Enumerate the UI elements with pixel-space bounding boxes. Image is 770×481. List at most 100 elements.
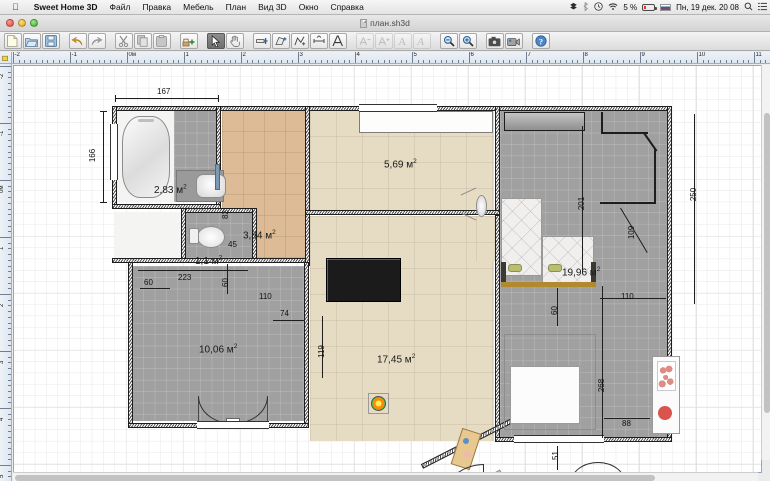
furniture-bedroom-right-door[interactable] xyxy=(554,106,559,111)
bluetooth-icon[interactable] xyxy=(583,2,589,13)
redo-button[interactable] xyxy=(88,33,106,49)
window-bedroom-left-bottom[interactable] xyxy=(197,421,269,429)
plan-view[interactable]: -2-10м1234567891011 -2-10м123456 xyxy=(0,52,770,481)
dim-250[interactable]: 250 xyxy=(689,188,698,201)
menu-item-plan[interactable]: План xyxy=(220,2,253,12)
save-plan-button[interactable] xyxy=(42,33,60,49)
furniture-sofa-grate[interactable] xyxy=(326,258,401,302)
pan-tool-button[interactable] xyxy=(226,33,244,49)
toolbar-group-furniture xyxy=(179,33,198,49)
dim-109[interactable]: 109 xyxy=(627,226,636,239)
clock-icon[interactable] xyxy=(594,2,603,13)
dim-74[interactable]: 74 xyxy=(280,309,289,318)
furniture-pillow-right[interactable] xyxy=(548,264,562,272)
create-photo-button[interactable] xyxy=(486,33,504,49)
cut-button[interactable] xyxy=(115,33,133,49)
window-bedroom-right-bottom[interactable] xyxy=(514,435,604,443)
furniture-ceiling-fan[interactable] xyxy=(476,195,487,217)
furniture-washbasin-bowl[interactable] xyxy=(196,174,226,198)
horizontal-scrollbar-thumb[interactable] xyxy=(15,475,655,481)
ruler-tick-major xyxy=(0,294,11,295)
help-button[interactable]: ? xyxy=(532,33,550,49)
zoom-out-button[interactable] xyxy=(440,33,458,49)
room-floor-living-room[interactable] xyxy=(310,216,494,441)
furniture-kitchen-counter[interactable] xyxy=(359,111,493,133)
wall-bedroom-left-right[interactable] xyxy=(304,262,309,427)
dim-201[interactable]: 201 xyxy=(577,197,586,210)
ruler-tick-minor xyxy=(8,271,11,272)
dim-51[interactable]: 51 xyxy=(551,451,560,460)
menu-item-window[interactable]: Окно xyxy=(293,2,325,12)
dim-60-top[interactable]: 60 xyxy=(221,278,230,287)
furniture-corridor-door[interactable] xyxy=(215,164,220,190)
wall-bedroom-right-left[interactable] xyxy=(495,106,500,211)
open-plan-button[interactable] xyxy=(23,33,41,49)
apple-menu-icon[interactable]:  xyxy=(12,2,19,12)
dim-119[interactable]: 119 xyxy=(317,345,326,358)
undo-button[interactable] xyxy=(69,33,87,49)
battery-icon[interactable] xyxy=(642,4,655,11)
create-walls-button[interactable] xyxy=(253,33,271,49)
wall-toilet-left[interactable] xyxy=(181,208,186,262)
dim-167[interactable]: 167 xyxy=(157,87,170,96)
add-furniture-button[interactable] xyxy=(180,33,198,49)
svg-text:A: A xyxy=(398,36,406,47)
dim-268[interactable]: 268 xyxy=(597,379,606,392)
ruler-tick-minor xyxy=(344,60,345,63)
create-video-button[interactable] xyxy=(505,33,523,49)
add-text-button[interactable] xyxy=(329,33,347,49)
russian-flag-icon[interactable] xyxy=(660,4,671,11)
ruler-tick-minor xyxy=(760,60,761,63)
plan-canvas[interactable]: 2,83 м2 3,84 м2 1,1 м2 5,69 м2 19,96 м2 … xyxy=(13,65,762,473)
ruler-tick-minor xyxy=(8,203,11,204)
horizontal-scrollbar[interactable] xyxy=(13,472,758,481)
toolbar-group-create xyxy=(252,33,347,49)
menu-item-file[interactable]: Файл xyxy=(104,2,137,12)
dropbox-icon[interactable] xyxy=(569,2,578,13)
wall-kitchen-bottom[interactable] xyxy=(305,210,500,215)
menu-item-edit[interactable]: Правка xyxy=(136,2,177,12)
wall-corridor-right[interactable] xyxy=(305,106,310,266)
vertical-scrollbar-thumb[interactable] xyxy=(764,113,770,413)
new-plan-button[interactable] xyxy=(4,33,22,49)
window-kitchen-top[interactable] xyxy=(359,104,437,112)
dim-82[interactable]: 82 xyxy=(221,210,230,219)
dim-60-bed[interactable]: 60 xyxy=(550,306,559,315)
vertical-scrollbar[interactable] xyxy=(761,65,770,460)
wall-left-lower[interactable] xyxy=(128,262,133,427)
window-bathroom-left[interactable] xyxy=(110,124,118,180)
paste-button[interactable] xyxy=(153,33,171,49)
dim-tick-167-b xyxy=(218,95,219,102)
menu-item-help[interactable]: Справка xyxy=(324,2,369,12)
furniture-pillow-left[interactable] xyxy=(508,264,522,272)
copy-button[interactable] xyxy=(134,33,152,49)
dim-166[interactable]: 166 xyxy=(88,149,97,162)
wall-toilet-top[interactable] xyxy=(181,208,257,213)
dim-110-corridor[interactable]: 110 xyxy=(259,292,272,301)
furniture-toilet[interactable] xyxy=(197,226,225,248)
furniture-sofa-backrest[interactable] xyxy=(501,198,542,276)
create-room-button[interactable] xyxy=(272,33,290,49)
list-icon[interactable] xyxy=(758,2,767,13)
menubar-clock[interactable]: Пн, 19 дек. 20 08 xyxy=(676,3,739,12)
create-polyline-button[interactable] xyxy=(291,33,309,49)
wall-bedroom-right-left2[interactable] xyxy=(495,215,500,441)
dim-110-right[interactable]: 110 xyxy=(621,292,634,301)
dim-223[interactable]: 223 xyxy=(178,273,191,282)
ruler-label-h: 5 xyxy=(412,52,417,59)
dim-60-left[interactable]: 60 xyxy=(144,278,153,287)
menu-item-view3d[interactable]: Вид 3D xyxy=(252,2,293,12)
dim-45[interactable]: 45 xyxy=(228,240,237,249)
search-icon[interactable] xyxy=(744,2,753,13)
window-title-bar[interactable]: план.sh3d xyxy=(0,15,770,32)
furniture-wardrobe-top[interactable] xyxy=(504,112,585,131)
ruler-tick-minor xyxy=(110,60,111,63)
menu-item-app[interactable]: Sweet Home 3D xyxy=(28,2,104,12)
wifi-icon[interactable] xyxy=(608,2,618,13)
ruler-tick-minor xyxy=(686,60,687,63)
select-tool-button[interactable] xyxy=(207,33,225,49)
create-dimension-button[interactable] xyxy=(310,33,328,49)
dim-88[interactable]: 88 xyxy=(622,419,631,428)
zoom-in-button[interactable] xyxy=(459,33,477,49)
menu-item-furniture[interactable]: Мебель xyxy=(177,2,219,12)
